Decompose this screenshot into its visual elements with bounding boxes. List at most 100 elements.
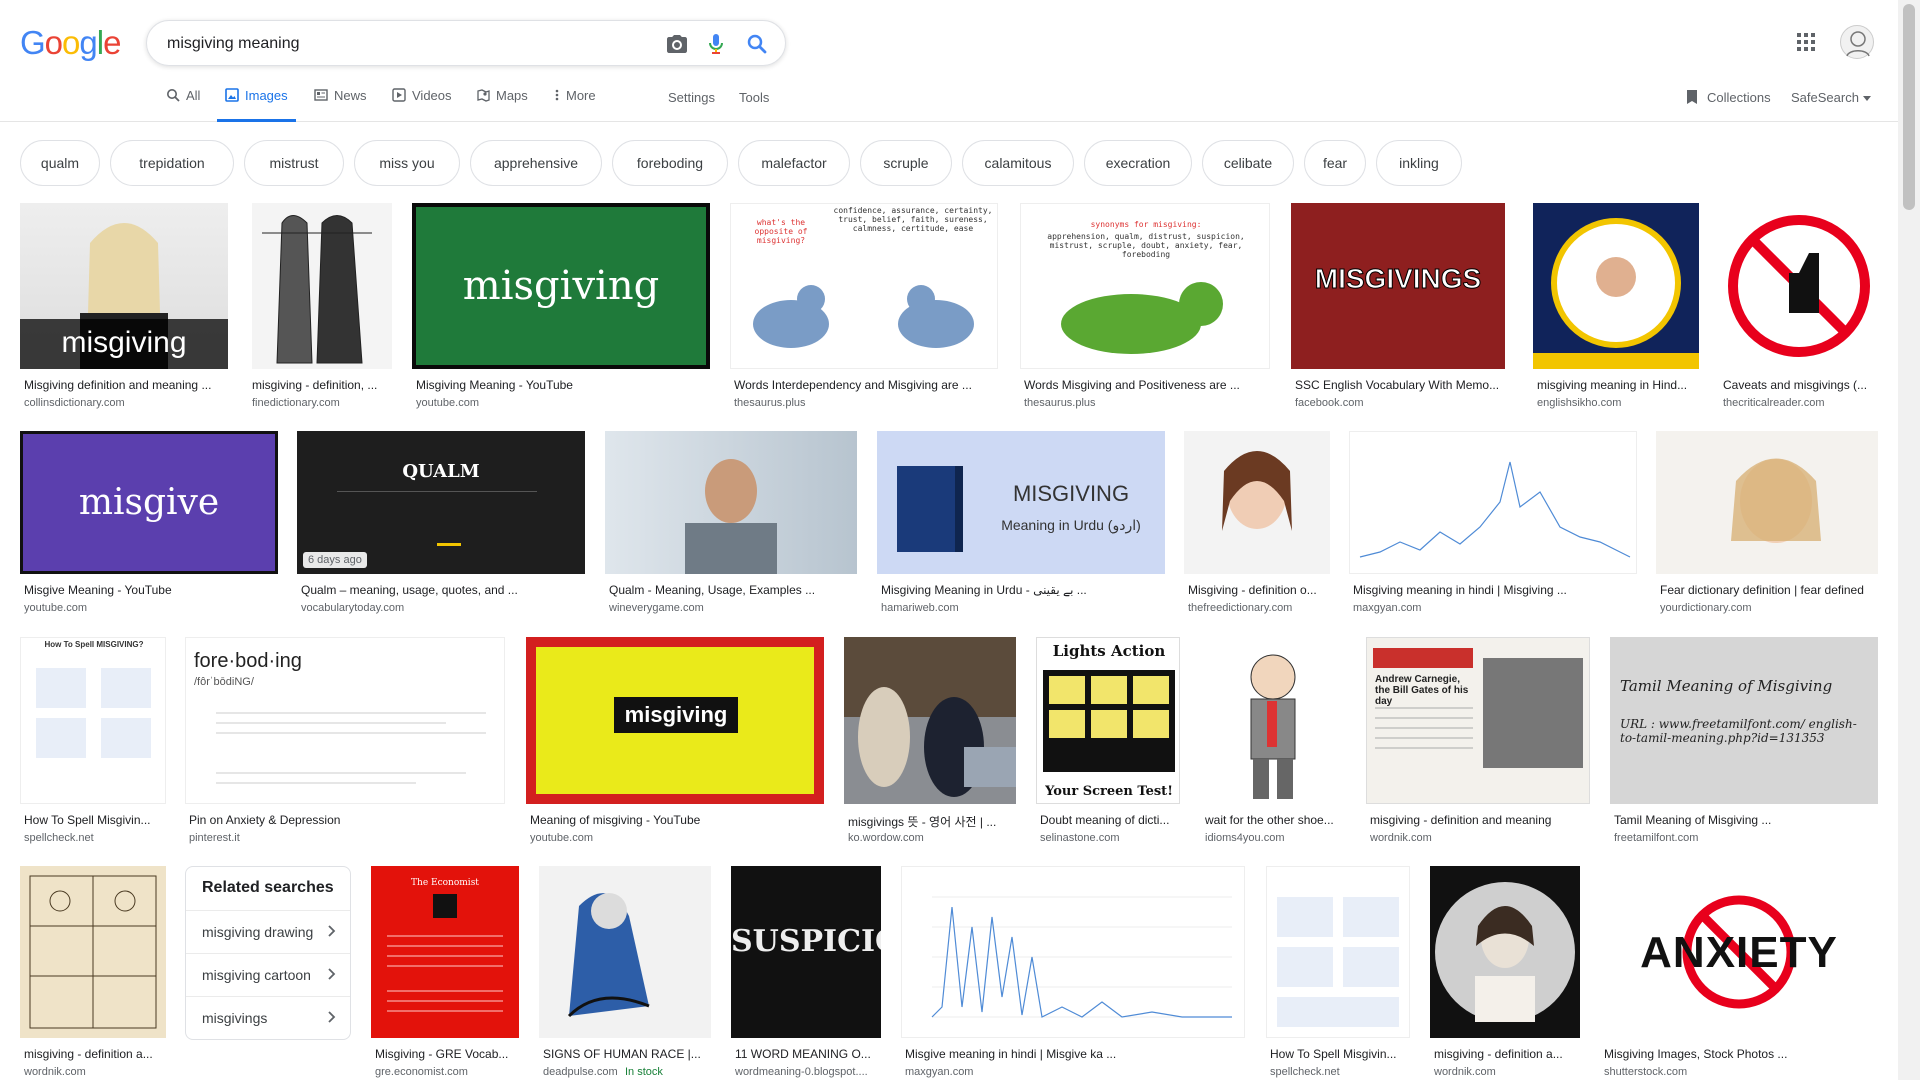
tab-more[interactable]: More bbox=[554, 88, 596, 122]
result-source: wordnik.com bbox=[1434, 1066, 1496, 1078]
image-result[interactable]: The Economist Misgiving - GRE Vocab... g… bbox=[371, 866, 519, 1080]
image-result[interactable]: Misgiving - definition o... thefreedicti… bbox=[1184, 431, 1330, 616]
image-result[interactable]: wait for the other shoe... idioms4you.co… bbox=[1201, 637, 1345, 847]
google-logo[interactable]: Google bbox=[20, 24, 121, 62]
result-caption: SIGNS OF HUMAN RACE |... bbox=[543, 1047, 701, 1061]
chip-apprehensive[interactable]: apprehensive bbox=[470, 140, 602, 186]
image-result[interactable]: SIGNS OF HUMAN RACE |... deadpulse.com I… bbox=[539, 866, 711, 1080]
image-result[interactable]: misgive Misgive Meaning - YouTube youtub… bbox=[20, 431, 278, 616]
image-result[interactable]: Lights Action Your Screen Test! Doubt me… bbox=[1036, 637, 1180, 847]
image-result[interactable]: misgiving Misgiving definition and meani… bbox=[20, 203, 228, 418]
result-caption: Misgiving - GRE Vocab... bbox=[375, 1047, 509, 1061]
thumbnail-text: Tamil Meaning of Misgiving bbox=[1620, 677, 1833, 695]
chip-fear[interactable]: fear bbox=[1304, 140, 1366, 186]
apps-icon[interactable] bbox=[1796, 32, 1816, 52]
image-result[interactable]: misgiving - definition, ... finedictiona… bbox=[248, 203, 392, 418]
image-result[interactable]: Fear dictionary definition | fear define… bbox=[1656, 431, 1878, 616]
tab-videos[interactable]: Videos bbox=[392, 88, 452, 122]
result-caption: Caveats and misgivings (... bbox=[1723, 378, 1868, 392]
image-result[interactable]: Caveats and misgivings (... thecriticalr… bbox=[1719, 203, 1879, 418]
image-result[interactable]: How To Spell Misgivin... spellcheck.net bbox=[1266, 866, 1410, 1080]
search-icon[interactable] bbox=[745, 32, 769, 56]
collections-link[interactable]: Collections bbox=[1685, 89, 1771, 105]
image-result[interactable]: misgiving Meaning of misgiving - YouTube… bbox=[526, 637, 824, 847]
avatar[interactable] bbox=[1840, 25, 1874, 59]
result-caption: Qualm – meaning, usage, quotes, and ... bbox=[301, 583, 518, 597]
result-caption: 11 WORD MEANING O... bbox=[735, 1047, 871, 1061]
chip-scruple[interactable]: scruple bbox=[860, 140, 952, 186]
result-source: maxgyan.com bbox=[905, 1066, 974, 1078]
image-result[interactable]: misgivings 뜻 - 영어 사전 | ... ko.wordow.com bbox=[844, 637, 1016, 847]
chip-qualm[interactable]: qualm bbox=[20, 140, 100, 186]
result-caption: Misgiving definition and meaning ... bbox=[24, 378, 212, 392]
related-search-item[interactable]: misgiving drawing bbox=[186, 910, 350, 953]
result-caption: Words Interdependency and Misgiving are … bbox=[734, 378, 972, 392]
image-result[interactable]: misgiving Misgiving Meaning - YouTube yo… bbox=[412, 203, 710, 418]
result-caption: Meaning of misgiving - YouTube bbox=[530, 813, 701, 827]
tools-link[interactable]: Tools bbox=[739, 90, 769, 105]
result-caption: Misgiving Meaning in Urdu - بے یقینی ... bbox=[881, 583, 1087, 597]
safesearch-dropdown[interactable]: SafeSearch bbox=[1791, 90, 1871, 105]
image-thumbnail: fore·bod·ing /fôrˈbōdiNG/ bbox=[185, 637, 505, 804]
image-thumbnail: How To Spell MISGIVING? bbox=[20, 637, 166, 804]
result-source: facebook.com bbox=[1295, 397, 1364, 409]
vertical-scrollbar[interactable] bbox=[1898, 0, 1920, 1080]
chip-inkling[interactable]: inkling bbox=[1376, 140, 1462, 186]
tab-all[interactable]: All bbox=[166, 88, 200, 122]
image-result[interactable]: fore·bod·ing /fôrˈbōdiNG/ Pin on Anxiety… bbox=[185, 637, 505, 847]
image-result[interactable]: misgiving - definition a... wordnik.com bbox=[1430, 866, 1580, 1080]
thumbnail-text: misgive bbox=[23, 434, 275, 571]
image-thumbnail: Lights Action Your Screen Test! bbox=[1036, 637, 1180, 804]
search-input[interactable] bbox=[167, 33, 647, 55]
image-result[interactable]: Qualm - Meaning, Usage, Examples ... win… bbox=[605, 431, 857, 616]
image-result[interactable]: QUALM 6 days ago Qualm – meaning, usage,… bbox=[297, 431, 585, 616]
image-thumbnail: Andrew Carnegie, the Bill Gates of his d… bbox=[1366, 637, 1590, 804]
image-result[interactable]: Misgive meaning in hindi | Misgive ka ..… bbox=[901, 866, 1245, 1080]
scrollbar-thumb[interactable] bbox=[1903, 4, 1915, 210]
image-thumbnail bbox=[1184, 431, 1330, 574]
image-result[interactable]: MISGIVING Meaning in Urdu (اردو) Misgivi… bbox=[877, 431, 1165, 616]
chip-mistrust[interactable]: mistrust bbox=[244, 140, 344, 186]
chip-celibate[interactable]: celibate bbox=[1202, 140, 1294, 186]
search-icon bbox=[167, 89, 180, 102]
image-result[interactable]: what's the opposite of misgiving? confid… bbox=[730, 203, 998, 418]
chip-foreboding[interactable]: foreboding bbox=[612, 140, 728, 186]
tab-label: Maps bbox=[496, 88, 528, 103]
camera-icon[interactable] bbox=[665, 32, 689, 56]
image-result[interactable]: misgiving meaning in Hind... englishsikh… bbox=[1533, 203, 1699, 418]
result-source: shutterstock.com bbox=[1604, 1066, 1688, 1078]
mic-icon[interactable] bbox=[704, 32, 728, 56]
image-result[interactable]: synonyms for misgiving: apprehension, qu… bbox=[1020, 203, 1270, 418]
image-result[interactable]: ANXIETY Misgiving Images, Stock Photos .… bbox=[1600, 866, 1878, 1080]
image-thumbnail: The Economist bbox=[371, 866, 519, 1038]
tab-images[interactable]: Images bbox=[217, 88, 296, 122]
image-result[interactable]: MISGIVINGS SSC English Vocabulary With M… bbox=[1291, 203, 1505, 418]
result-source: collinsdictionary.com bbox=[24, 397, 125, 409]
image-result[interactable]: Misgiving meaning in hindi | Misgiving .… bbox=[1349, 431, 1637, 616]
thumbnail-text: MISGIVINGS bbox=[1314, 263, 1482, 295]
result-source: thesaurus.plus bbox=[734, 397, 806, 409]
chip-miss-you[interactable]: miss you bbox=[354, 140, 460, 186]
tab-news[interactable]: News bbox=[314, 88, 367, 122]
result-source: finedictionary.com bbox=[252, 397, 340, 409]
related-search-item[interactable]: misgiving cartoon bbox=[186, 953, 350, 996]
image-thumbnail bbox=[1430, 866, 1580, 1038]
settings-link[interactable]: Settings bbox=[668, 90, 715, 105]
image-result[interactable]: SUSPICION 11 WORD MEANING O... wordmeani… bbox=[731, 866, 881, 1080]
chip-malefactor[interactable]: malefactor bbox=[738, 140, 850, 186]
chip-calamitous[interactable]: calamitous bbox=[962, 140, 1074, 186]
image-thumbnail bbox=[20, 866, 166, 1038]
image-result[interactable]: How To Spell MISGIVING? How To Spell Mis… bbox=[20, 637, 166, 847]
image-result[interactable]: Andrew Carnegie, the Bill Gates of his d… bbox=[1366, 637, 1590, 847]
date-badge: 6 days ago bbox=[303, 552, 367, 568]
chip-execration[interactable]: execration bbox=[1084, 140, 1192, 186]
chip-trepidation[interactable]: trepidation bbox=[110, 140, 234, 186]
more-icon bbox=[555, 89, 559, 101]
image-result[interactable]: Tamil Meaning of Misgiving URL : www.fre… bbox=[1610, 637, 1878, 847]
tab-maps[interactable]: Maps bbox=[476, 88, 528, 122]
image-result[interactable]: misgiving - definition a... wordnik.com bbox=[20, 866, 166, 1080]
result-caption: Pin on Anxiety & Depression bbox=[189, 813, 341, 827]
collections-label: Collections bbox=[1707, 89, 1771, 105]
image-thumbnail: QUALM 6 days ago bbox=[297, 431, 585, 574]
related-search-item[interactable]: misgivings bbox=[186, 996, 350, 1039]
